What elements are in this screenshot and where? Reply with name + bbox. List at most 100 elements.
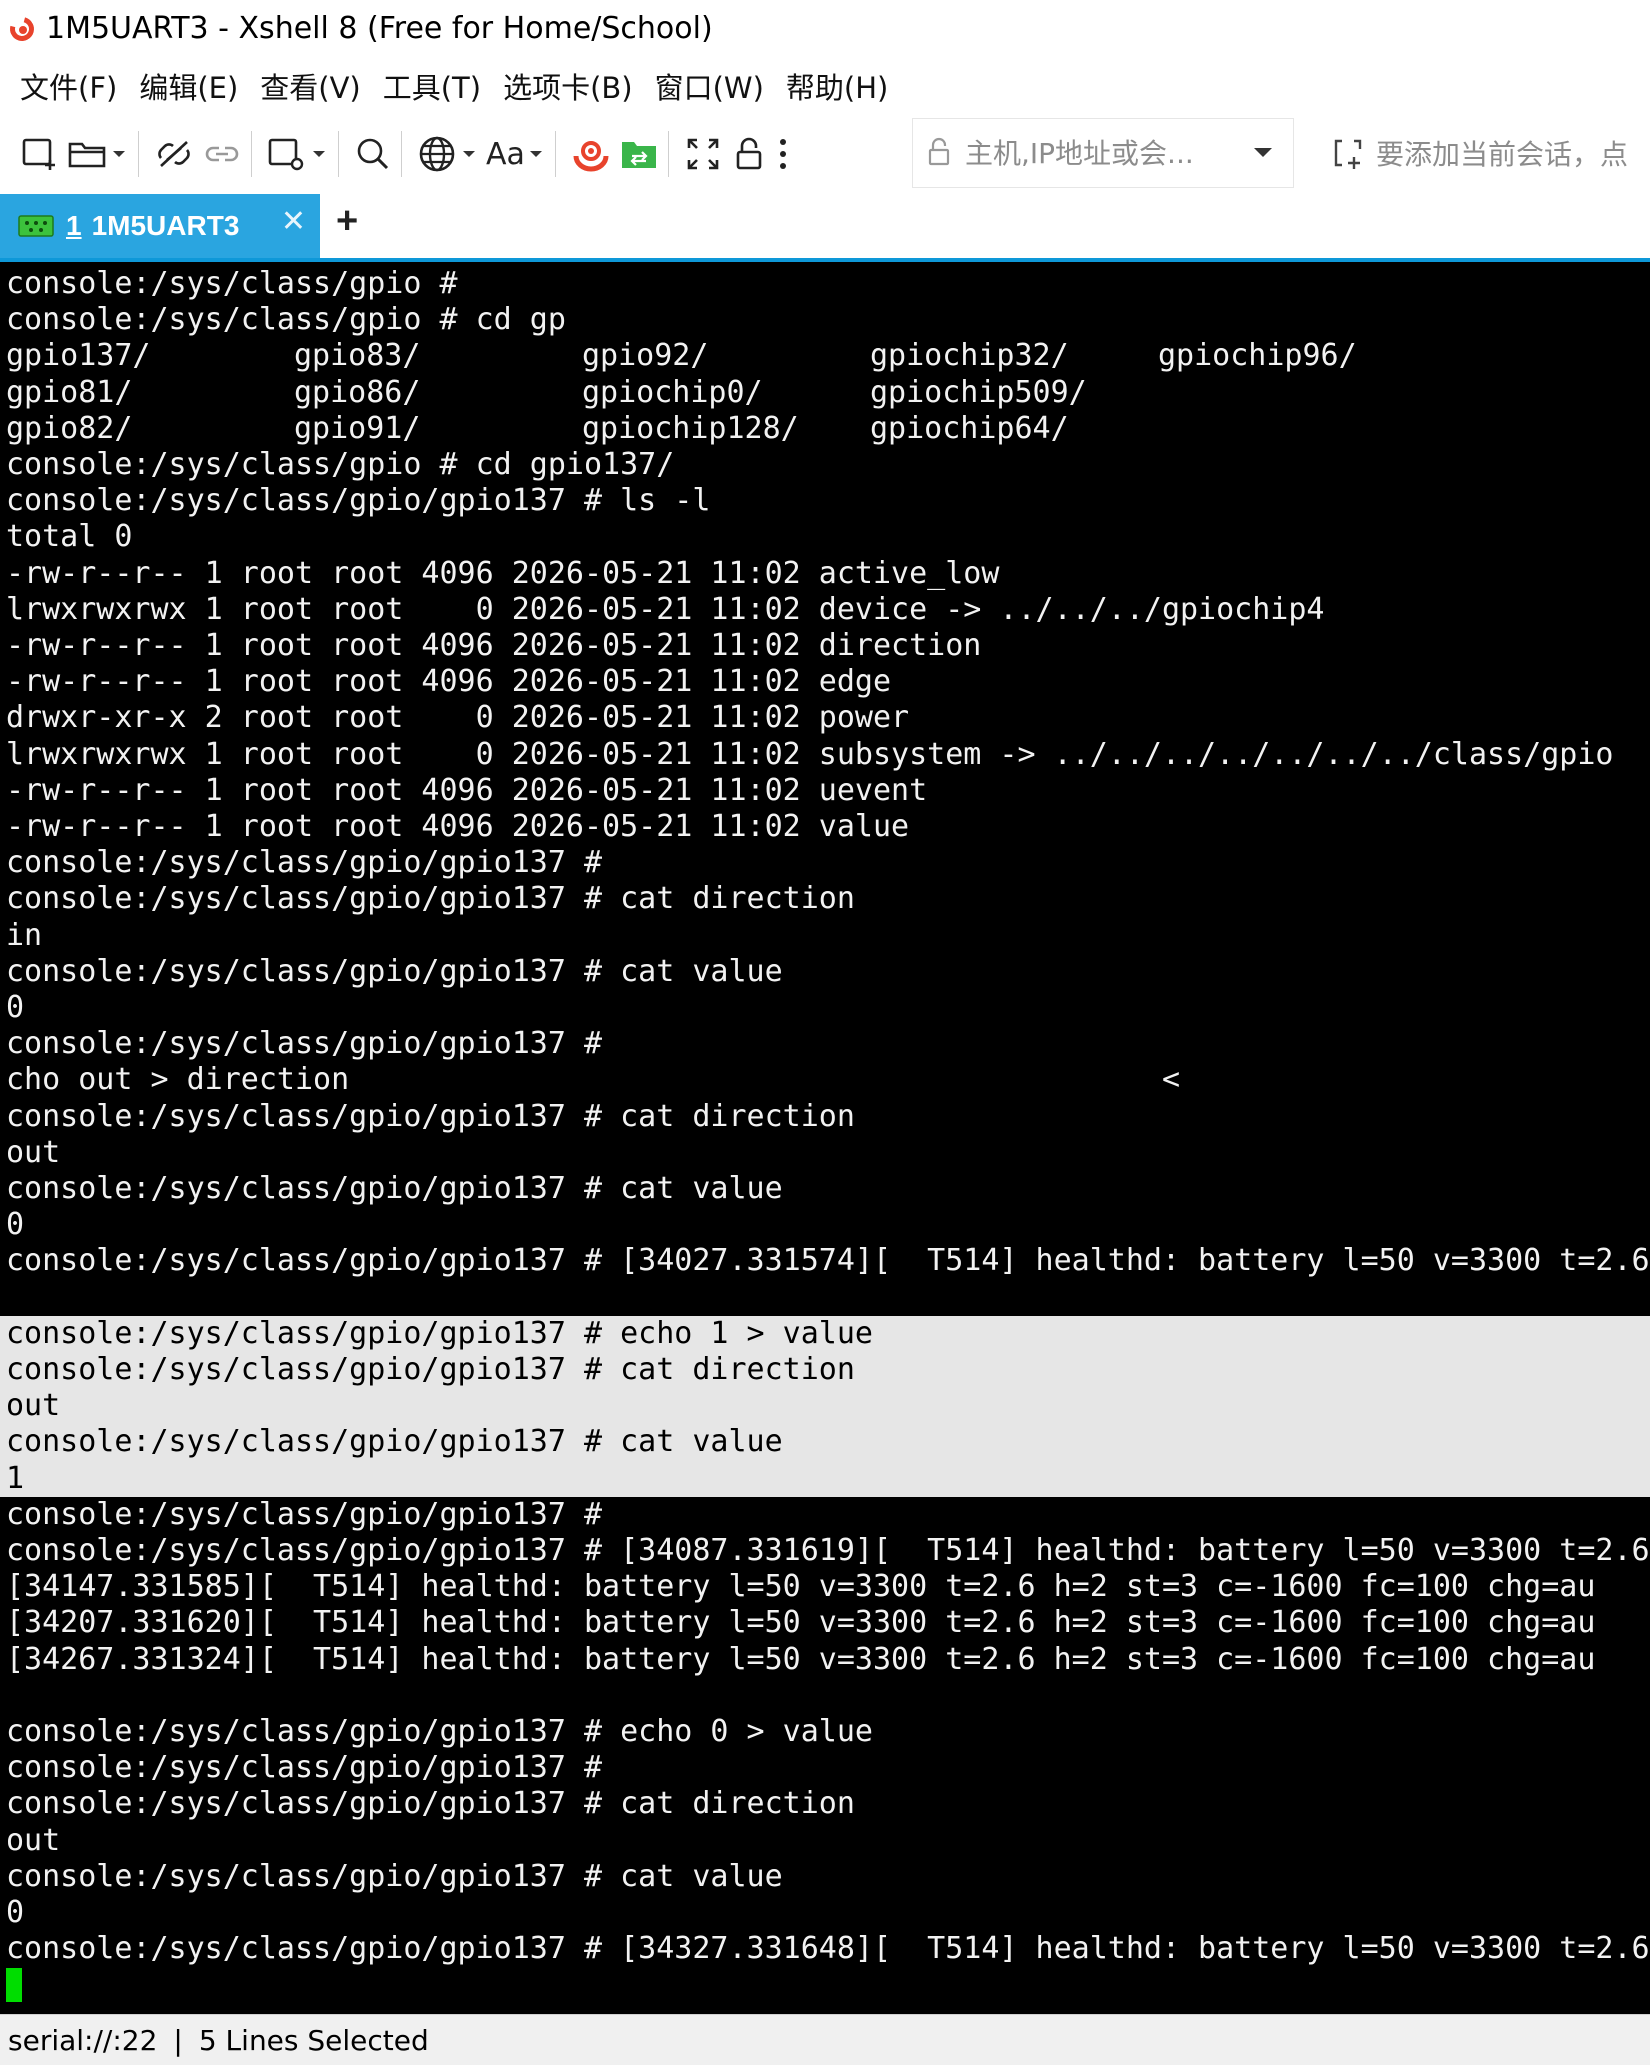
terminal-line: console:/sys/class/gpio/gpio137 # [34327… [6, 1931, 1650, 1967]
ls-entry: gpio92/ [582, 338, 709, 374]
terminal-line: console:/sys/class/gpio/gpio137 # cat di… [6, 1786, 855, 1822]
terminal-line: console:/sys/class/gpio/gpio137 # [6, 1026, 603, 1062]
toolbar-divider [554, 131, 556, 177]
terminal-line: 0 [6, 1895, 25, 1930]
ls-entry: gpio81/ [6, 374, 133, 410]
terminal-line: console:/sys/class/gpio/gpio137 # cat di… [6, 1098, 855, 1134]
terminal-line: console:/sys/class/gpio/gpio137 # [6, 1496, 603, 1532]
host-lock-icon [928, 137, 950, 166]
reconnect-button[interactable] [201, 126, 243, 182]
terminal-line: cho out > direction < [6, 1062, 1180, 1098]
link-icon [205, 146, 239, 162]
add-session-icon [1334, 139, 1362, 169]
ls-entry: gpiochip509/ [870, 374, 1087, 410]
terminal-line: console:/sys/class/gpio/gpio137 # [34087… [6, 1533, 1650, 1568]
encoding-button[interactable] [416, 126, 458, 182]
status-separator: | [173, 2023, 183, 2057]
tab-close-icon[interactable]: ✕ [281, 204, 306, 239]
terminal-line: console:/sys/class/gpio/gpio137 # cat di… [6, 1352, 855, 1387]
terminal-line: lrwxrwxrwx 1 root root 0 2026-05-21 11:0… [6, 736, 1614, 772]
encoding-dropdown-chevron-icon[interactable] [458, 126, 480, 182]
find-button[interactable] [353, 126, 393, 182]
terminal-line: console:/sys/class/gpio/gpio137 # [6, 1750, 603, 1786]
fullscreen-button[interactable] [683, 126, 723, 182]
menu-edit[interactable]: 编辑(E) [131, 65, 246, 107]
toolbar-divider [401, 131, 402, 177]
connection-status: serial://:22 [8, 2023, 158, 2057]
xshell-button[interactable] [570, 126, 612, 182]
window-title: 1M5UART3 - Xshell 8 (Free for Home/Schoo… [46, 10, 713, 46]
terminal-cursor [6, 1968, 22, 2003]
new-tab-plus-icon[interactable]: + [336, 200, 358, 243]
terminal-line: console:/sys/class/gpio/gpio137 # [34027… [6, 1243, 1650, 1279]
terminal-line: console:/sys/class/gpio/gpio137 # [6, 845, 603, 881]
terminal-line: total 0 [6, 519, 133, 555]
terminal-line: -rw-r--r-- 1 root root 4096 2026-05-21 1… [6, 628, 982, 663]
font-label: Aa [486, 136, 525, 172]
tab-number: 1 [66, 210, 82, 241]
more-vertical-icon [779, 139, 786, 169]
session-properties-button[interactable] [266, 126, 308, 182]
ls-entry: gpio137/ [6, 338, 151, 374]
toolbar-divider [667, 131, 669, 177]
toolbar-divider [251, 131, 252, 177]
ls-entry: gpiochip32/ [870, 338, 1069, 374]
terminal-line: console:/sys/class/gpio/gpio137 # cat va… [6, 1858, 783, 1894]
terminal-line: 1 [6, 1460, 25, 1496]
terminal-line: -rw-r--r-- 1 root root 4096 2026-05-21 1… [6, 664, 892, 700]
terminal-line: console:/sys/class/gpio # cd gp [6, 302, 566, 338]
font-dropdown-chevron-icon[interactable] [525, 126, 547, 182]
terminal-line: console:/sys/class/gpio # [6, 266, 458, 301]
ls-entry: gpio91/ [294, 410, 421, 446]
terminal-line: console:/sys/class/gpio/gpio137 # cat va… [6, 1171, 783, 1206]
terminal-line: 0 [6, 990, 25, 1025]
terminal-line: lrwxrwxrwx 1 root root 0 2026-05-21 11:0… [6, 591, 1325, 627]
terminal-line: drwxr-xr-x 2 root root 0 2026-05-21 11:0… [6, 700, 910, 736]
menu-file[interactable]: 文件(F) [12, 65, 125, 107]
terminal-line: console:/sys/class/gpio/gpio137 # echo 1… [6, 1315, 873, 1351]
ls-entry: gpiochip128/ [582, 410, 799, 446]
terminal-line: console:/sys/class/gpio/gpio137 # cat di… [6, 881, 855, 917]
xshell-swirl-icon [573, 141, 609, 172]
terminal-line: 0 [6, 1207, 25, 1243]
serial-port-icon [18, 215, 54, 237]
tab-1m5uart3[interactable]: 1 1M5UART3 ✕ [0, 194, 320, 258]
selection-status: 5 Lines Selected [198, 2023, 429, 2057]
menu-help[interactable]: 帮助(H) [778, 65, 896, 107]
host-address-input[interactable] [963, 135, 1247, 171]
xftp-button[interactable] [618, 126, 660, 182]
menu-view[interactable]: 查看(V) [252, 65, 368, 107]
status-bar: serial://:22 | 5 Lines Selected [0, 2014, 1650, 2065]
window-gear-icon [268, 138, 304, 171]
xshell-logo-icon [5, 12, 39, 46]
ls-entry: gpio86/ [294, 374, 421, 410]
fullscreen-icon [687, 138, 719, 170]
properties-dropdown-chevron-icon[interactable] [308, 126, 330, 182]
font-button[interactable]: Aa [486, 126, 525, 182]
terminal-line: -rw-r--r-- 1 root root 4096 2026-05-21 1… [6, 809, 910, 844]
menu-tools[interactable]: 工具(T) [375, 65, 489, 107]
terminal-output[interactable]: console:/sys/class/gpio # console:/sys/cl… [0, 262, 1650, 2014]
menu-window[interactable]: 窗口(W) [647, 65, 772, 107]
lock-button[interactable] [729, 126, 769, 182]
host-address-combobox[interactable] [912, 118, 1294, 188]
terminal-line: [34267.331324][ T514] healthd: battery l… [6, 1641, 1596, 1677]
terminal-line: console:/sys/class/gpio/gpio137 # ls -l [6, 483, 711, 519]
ls-entry: gpiochip64/ [870, 410, 1069, 446]
open-dropdown-chevron-icon[interactable] [108, 126, 130, 182]
new-session-button[interactable] [20, 126, 60, 182]
open-folder-button[interactable] [66, 126, 108, 182]
terminal-line: -rw-r--r-- 1 root root 4096 2026-05-21 1… [6, 555, 1000, 591]
disconnect-button[interactable] [153, 126, 195, 182]
terminal-line: console:/sys/class/gpio # cd gpio137/ [6, 447, 675, 482]
terminal-line: out [6, 1388, 61, 1424]
toolbar-divider [138, 131, 139, 177]
more-options-button[interactable] [775, 126, 791, 182]
toolbar-divider [338, 131, 339, 177]
menu-tabs[interactable]: 选项卡(B) [495, 65, 641, 107]
terminal-line: console:/sys/class/gpio/gpio137 # echo 0… [6, 1714, 873, 1749]
add-session-hint[interactable]: 要添加当前会话，点 [1330, 118, 1628, 188]
globe-icon [419, 136, 455, 172]
folder-icon [68, 142, 106, 168]
terminal-line: console:/sys/class/gpio/gpio137 # cat va… [6, 1424, 783, 1460]
